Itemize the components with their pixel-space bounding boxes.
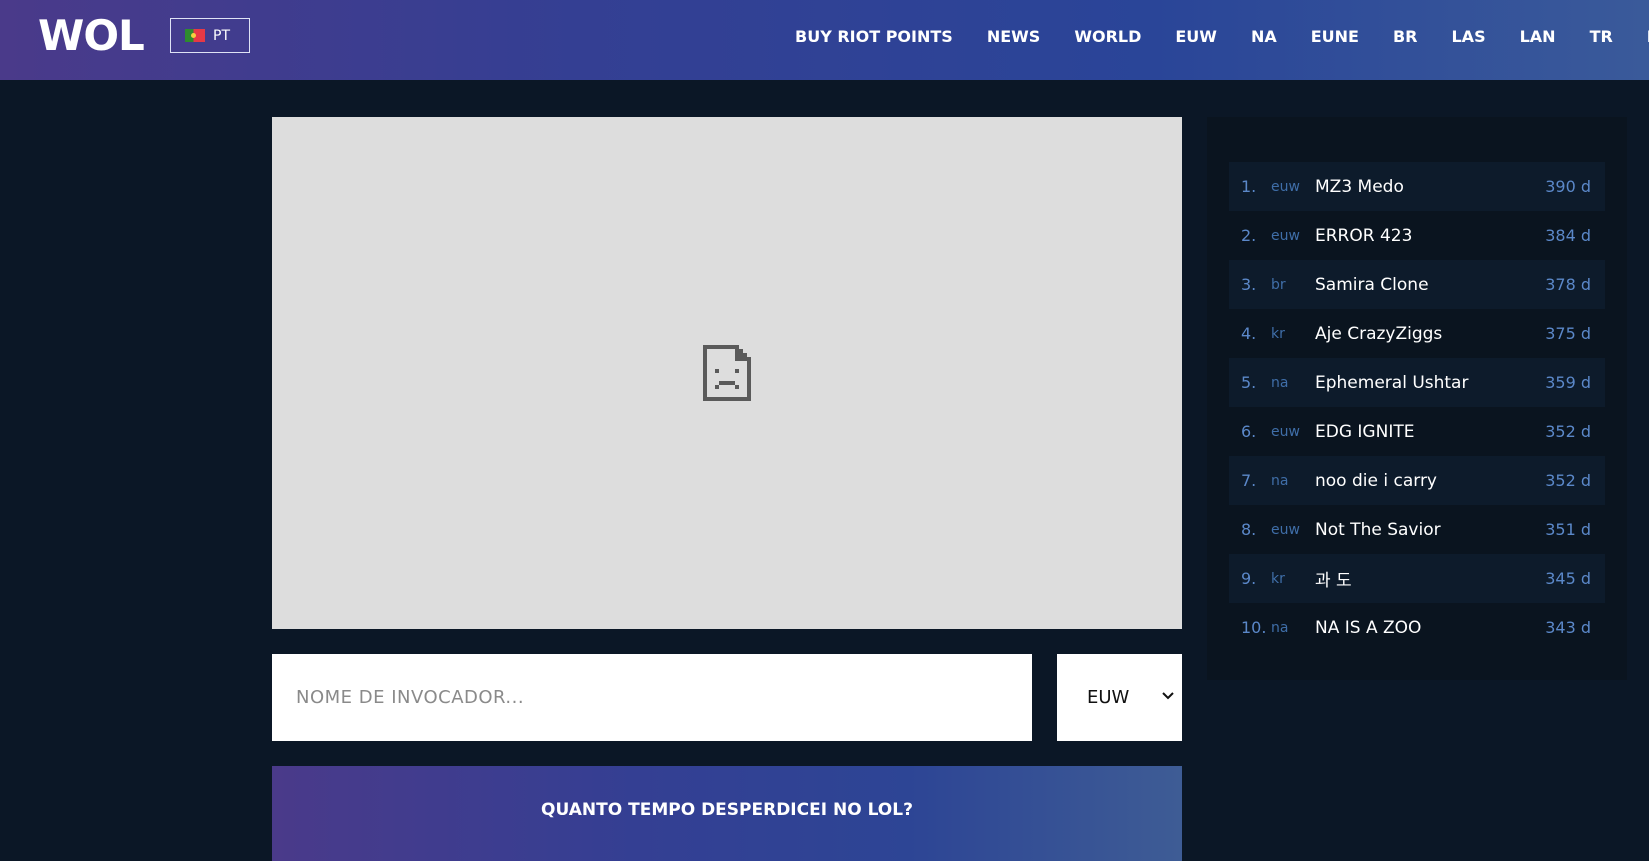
leaderboard-region: na: [1271, 619, 1289, 636]
leaderboard-rank: 9.: [1241, 569, 1257, 588]
leaderboard-region: na: [1271, 374, 1289, 391]
leaderboard-days: 351 d: [1545, 520, 1591, 539]
portugal-flag-icon: [185, 29, 205, 42]
leaderboard-region: euw: [1271, 423, 1300, 440]
leaderboard-rank: 8.: [1241, 520, 1257, 539]
leaderboard-rank: 6.: [1241, 422, 1257, 441]
summoner-name-input[interactable]: [272, 654, 1032, 741]
leaderboard-name: 과 도: [1315, 571, 1352, 591]
broken-image-icon: [703, 345, 751, 401]
leaderboard-name: Ephemeral Ushtar: [1315, 372, 1469, 393]
leaderboard-region: kr: [1271, 325, 1285, 342]
leaderboard-name: Aje CrazyZiggs: [1315, 323, 1443, 344]
leaderboard-days: 345 d: [1545, 569, 1591, 588]
leaderboard-days: 352 d: [1545, 422, 1591, 441]
nav-item-tr[interactable]: TR: [1590, 27, 1613, 46]
leaderboard-name: MZ3 Medo: [1315, 176, 1404, 197]
submit-button[interactable]: QUANTO TEMPO DESPERDICEI NO LOL?: [272, 766, 1182, 861]
leaderboard-rank: 2.: [1241, 226, 1257, 245]
nav-item-las[interactable]: LAS: [1451, 27, 1485, 46]
site-header: WOL PT BUY RIOT POINTS NEWS WORLD EUW NA EUNE…: [0, 0, 1649, 80]
leaderboard-days: 384 d: [1545, 226, 1591, 245]
leaderboard-region: kr: [1271, 570, 1285, 587]
leaderboard-rank: 1.: [1241, 177, 1257, 196]
leaderboard-row[interactable]: 2. euw ERROR 423 384 d: [1229, 211, 1605, 260]
leaderboard-days: 352 d: [1545, 471, 1591, 490]
site-logo[interactable]: WOL: [38, 14, 145, 58]
language-label: PT: [213, 27, 230, 44]
main-nav: BUY RIOT POINTS NEWS WORLD EUW NA EUNE BR LAS LA…: [790, 0, 1649, 72]
nav-item-news[interactable]: NEWS: [987, 27, 1041, 46]
leaderboard-name: Not The Savior: [1315, 519, 1441, 540]
leaderboard-row[interactable]: 5. na Ephemeral Ushtar 359 d: [1229, 358, 1605, 407]
broken-image: [272, 117, 1182, 629]
nav-item-eune[interactable]: EUNE: [1311, 27, 1359, 46]
leaderboard-row[interactable]: 4. kr Aje CrazyZiggs 375 d: [1229, 309, 1605, 358]
leaderboard-days: 375 d: [1545, 324, 1591, 343]
leaderboard-name: EDG IGNITE: [1315, 421, 1415, 442]
leaderboard-days: 359 d: [1545, 373, 1591, 392]
leaderboard-region: euw: [1271, 178, 1300, 195]
leaderboard-name: noo die i carry: [1315, 470, 1437, 491]
leaderboard-rank: 3.: [1241, 275, 1257, 294]
leaderboard-rank: 4.: [1241, 324, 1257, 343]
leaderboard-row[interactable]: 6. euw EDG IGNITE 352 d: [1229, 407, 1605, 456]
leaderboard-row[interactable]: 3. br Samira Clone 378 d: [1229, 260, 1605, 309]
nav-item-world[interactable]: WORLD: [1074, 27, 1141, 46]
leaderboard-row[interactable]: 9. kr 과 도 345 d: [1229, 554, 1605, 603]
region-select[interactable]: EUW: [1057, 654, 1182, 741]
nav-item-euw[interactable]: EUW: [1175, 27, 1217, 46]
leaderboard-rank: 5.: [1241, 373, 1257, 392]
leaderboard-row[interactable]: 10. na NA IS A ZOO 343 d: [1229, 603, 1605, 652]
leaderboard-name: Samira Clone: [1315, 274, 1429, 295]
leaderboard-name: NA IS A ZOO: [1315, 617, 1422, 638]
leaderboard-rank: 10.: [1241, 618, 1267, 637]
language-selector[interactable]: PT: [170, 18, 250, 53]
leaderboard-days: 378 d: [1545, 275, 1591, 294]
leaderboard-rank: 7.: [1241, 471, 1257, 490]
leaderboard-region: na: [1271, 472, 1289, 489]
nav-item-na[interactable]: NA: [1251, 27, 1277, 46]
leaderboard-days: 343 d: [1545, 618, 1591, 637]
nav-item-lan[interactable]: LAN: [1520, 27, 1556, 46]
region-select-value: EUW: [1087, 687, 1130, 708]
leaderboard-days: 390 d: [1545, 177, 1591, 196]
leaderboard-row[interactable]: 1. euw MZ3 Medo 390 d: [1229, 162, 1605, 211]
leaderboard-name: ERROR 423: [1315, 225, 1413, 246]
nav-item-buy-riot-points[interactable]: BUY RIOT POINTS: [795, 27, 953, 46]
submit-button-label: QUANTO TEMPO DESPERDICEI NO LOL?: [541, 800, 913, 820]
nav-item-br[interactable]: BR: [1393, 27, 1418, 46]
leaderboard-row[interactable]: 8. euw Not The Savior 351 d: [1229, 505, 1605, 554]
chevron-down-icon: [1162, 688, 1174, 704]
leaderboard-row[interactable]: 7. na noo die i carry 352 d: [1229, 456, 1605, 505]
leaderboard-region: euw: [1271, 521, 1300, 538]
leaderboard-region: br: [1271, 276, 1286, 293]
leaderboard-panel: 1. euw MZ3 Medo 390 d 2. euw ERROR 423 384 d 3. b…: [1207, 117, 1627, 680]
leaderboard-region: euw: [1271, 227, 1300, 244]
